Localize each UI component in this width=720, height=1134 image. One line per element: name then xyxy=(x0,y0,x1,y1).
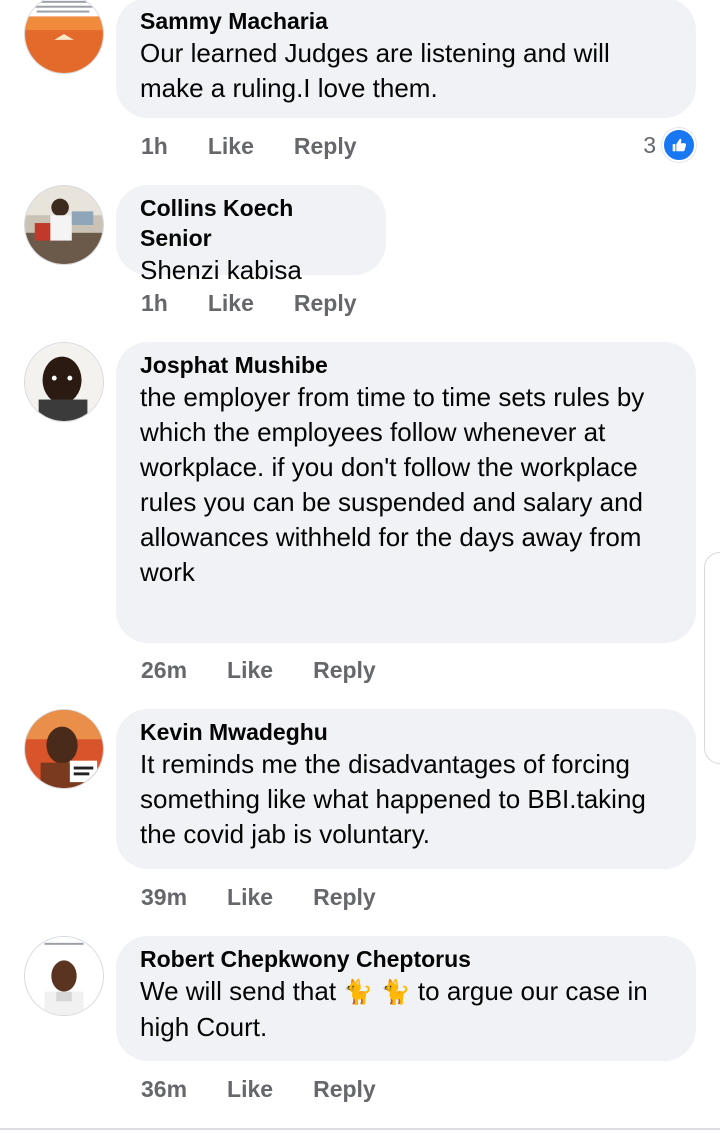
comment-time[interactable]: 1h xyxy=(141,133,168,160)
comment-time[interactable]: 26m xyxy=(141,657,187,684)
reply-button[interactable]: Reply xyxy=(294,133,357,160)
comment-text: Shenzi kabisa xyxy=(140,255,302,285)
comment-author[interactable]: Kevin Mwadeghu xyxy=(140,717,672,747)
comment-time[interactable]: 39m xyxy=(141,884,187,911)
reply-button[interactable]: Reply xyxy=(313,1076,376,1103)
person-photo-avatar-icon xyxy=(25,710,103,788)
comment-actions: 36m Like Reply xyxy=(141,1073,376,1105)
comment-text: the employer from time to time sets rule… xyxy=(140,382,645,587)
side-panel-handle[interactable] xyxy=(704,552,720,764)
avatar[interactable] xyxy=(24,936,104,1016)
comment-text: We will send that 🐈 🐈 to argue our case … xyxy=(140,974,672,1045)
comment-bubble: Sammy Macharia Our learned Judges are li… xyxy=(116,0,696,118)
comment-actions: 1h Like Reply xyxy=(141,287,357,319)
comment-actions: 26m Like Reply xyxy=(141,654,376,686)
thumbs-up-icon xyxy=(662,128,696,162)
comment-author[interactable]: Sammy Macharia xyxy=(140,6,672,36)
cat-emoji-icon: 🐈 🐈 xyxy=(343,978,411,1006)
like-button[interactable]: Like xyxy=(227,657,273,684)
comment-actions: 39m Like Reply xyxy=(141,881,376,913)
avatar[interactable] xyxy=(24,709,104,789)
comment-bubble: Robert Chepkwony Cheptorus We will send … xyxy=(116,936,696,1061)
person-photo-avatar-icon xyxy=(25,343,103,421)
divider xyxy=(0,1128,720,1130)
like-button[interactable]: Like xyxy=(208,290,254,317)
person-photo-avatar-icon xyxy=(25,937,103,1015)
comment-author[interactable]: Robert Chepkwony Cheptorus xyxy=(140,944,672,974)
desert-landscape-avatar-icon xyxy=(25,0,103,73)
avatar[interactable] xyxy=(24,185,104,265)
comment-bubble: Collins Koech Senior Shenzi kabisa xyxy=(116,185,386,285)
comment-text: It reminds me the disadvantages of forci… xyxy=(140,749,646,849)
comment-actions: 1h Like Reply xyxy=(141,130,357,162)
like-button[interactable]: Like xyxy=(208,133,254,160)
avatar[interactable] xyxy=(24,342,104,422)
reaction-count[interactable]: 3 xyxy=(643,128,696,162)
person-photo-avatar-icon xyxy=(25,186,103,264)
comment-text-part: We will send that xyxy=(140,976,344,1006)
comment-text: Our learned Judges are listening and wil… xyxy=(140,38,610,103)
reply-button[interactable]: Reply xyxy=(313,657,376,684)
comment-bubble: Josphat Mushibe the employer from time t… xyxy=(116,342,696,643)
comment-author[interactable]: Collins Koech Senior xyxy=(140,193,362,253)
comment-author[interactable]: Josphat Mushibe xyxy=(140,350,672,380)
reply-button[interactable]: Reply xyxy=(313,884,376,911)
reaction-count-number: 3 xyxy=(643,131,656,158)
like-button[interactable]: Like xyxy=(227,884,273,911)
like-button[interactable]: Like xyxy=(227,1076,273,1103)
reply-button[interactable]: Reply xyxy=(294,290,357,317)
comment-time[interactable]: 1h xyxy=(141,290,168,317)
comment-time[interactable]: 36m xyxy=(141,1076,187,1103)
avatar[interactable] xyxy=(24,0,104,74)
comment-bubble: Kevin Mwadeghu It reminds me the disadva… xyxy=(116,709,696,869)
